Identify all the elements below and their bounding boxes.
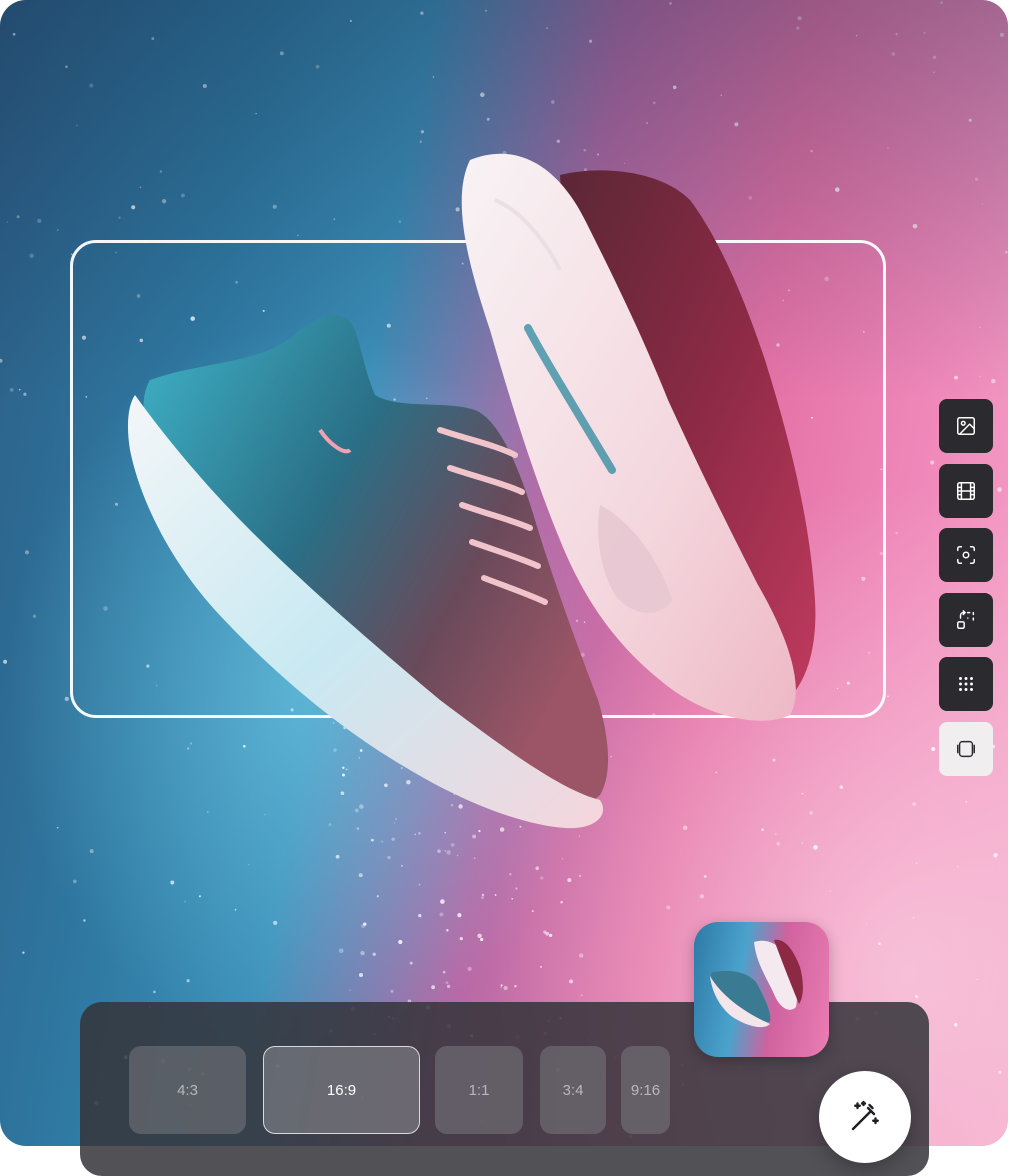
swap-frame-icon bbox=[957, 609, 975, 629]
focus-icon bbox=[957, 546, 975, 564]
sneaker-photo bbox=[127, 153, 816, 829]
swap-frame-tool-button[interactable] bbox=[939, 592, 993, 647]
image-tool-button[interactable] bbox=[939, 399, 993, 453]
ratio-button-3-4[interactable]: 3:4 bbox=[540, 1046, 606, 1134]
grid-tool-button[interactable] bbox=[939, 657, 993, 711]
magic-wand-icon bbox=[851, 1100, 879, 1131]
ratio-button-9-16[interactable]: 9:16 bbox=[621, 1046, 670, 1134]
ratio-button-4-3[interactable]: 4:3 bbox=[129, 1046, 246, 1134]
ratio-button-1-1[interactable]: 1:1 bbox=[435, 1046, 523, 1134]
ratio-button-16-9[interactable]: 16:9 bbox=[263, 1046, 420, 1134]
image-thumbnail[interactable] bbox=[694, 922, 829, 1057]
film-icon bbox=[957, 481, 975, 500]
layers-icon bbox=[957, 740, 975, 757]
sparkle-dot bbox=[954, 1023, 958, 1027]
image-icon bbox=[957, 417, 975, 435]
grid-dots-icon bbox=[959, 677, 973, 691]
focus-tool-button[interactable] bbox=[939, 528, 993, 582]
magic-generate-button[interactable] bbox=[819, 1071, 911, 1163]
tool-rail bbox=[939, 399, 993, 786]
layers-tool-button[interactable] bbox=[939, 721, 993, 776]
thumbnail-sneakers bbox=[710, 939, 803, 1028]
sparkle-dot bbox=[998, 1070, 1002, 1074]
video-tool-button[interactable] bbox=[939, 463, 993, 518]
